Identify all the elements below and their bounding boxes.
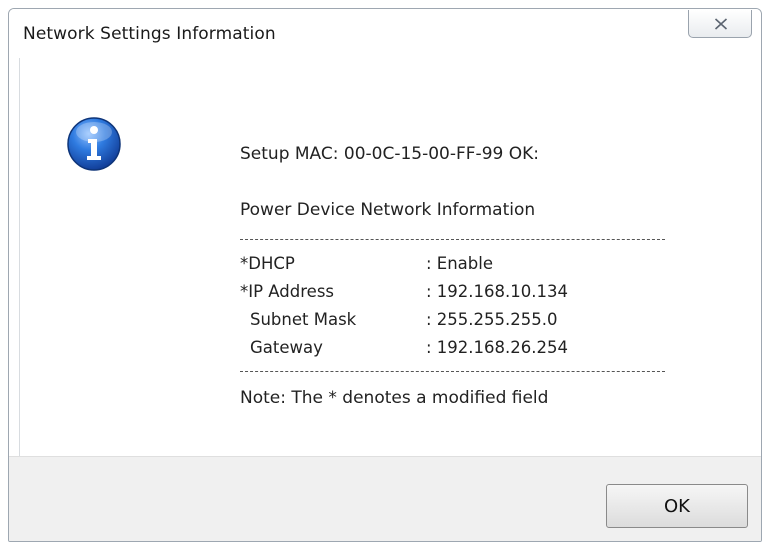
info-label: Gateway [250,338,323,357]
note-text: Note: The * denotes a modified field [240,388,549,408]
info-row-ip-address: *IP Address : 192.168.10.134 [240,282,660,304]
info-value: : 255.255.255.0 [426,310,558,329]
network-settings-dialog: Network Settings Information Setup MAC: … [8,8,762,542]
info-label: Subnet Mask [250,310,357,329]
info-label: *DHCP [240,254,295,273]
info-value: : Enable [426,254,494,273]
info-value: : 192.168.10.134 [426,282,569,301]
divider-top [240,239,665,240]
network-info-heading: Power Device Network Information [240,200,536,220]
info-row-gateway: Gateway : 192.168.26.254 [240,338,660,360]
close-button[interactable] [688,10,752,38]
ok-button[interactable]: OK [606,484,748,528]
dialog-title: Network Settings Information [23,24,276,44]
info-label: *IP Address [240,282,335,301]
dialog-footer: OK [9,456,761,541]
divider-bottom [240,371,665,372]
info-row-subnet-mask: Subnet Mask : 255.255.255.0 [240,310,660,332]
title-bar[interactable]: Network Settings Information [9,9,761,57]
info-row-dhcp: *DHCP : Enable [240,254,660,276]
setup-mac-text: Setup MAC: 00-0C-15-00-FF-99 OK: [240,144,539,164]
info-value: : 192.168.26.254 [426,338,569,357]
info-icon [67,117,121,171]
close-icon [714,18,728,30]
dialog-content: Setup MAC: 00-0C-15-00-FF-99 OK: Power D… [19,58,752,456]
